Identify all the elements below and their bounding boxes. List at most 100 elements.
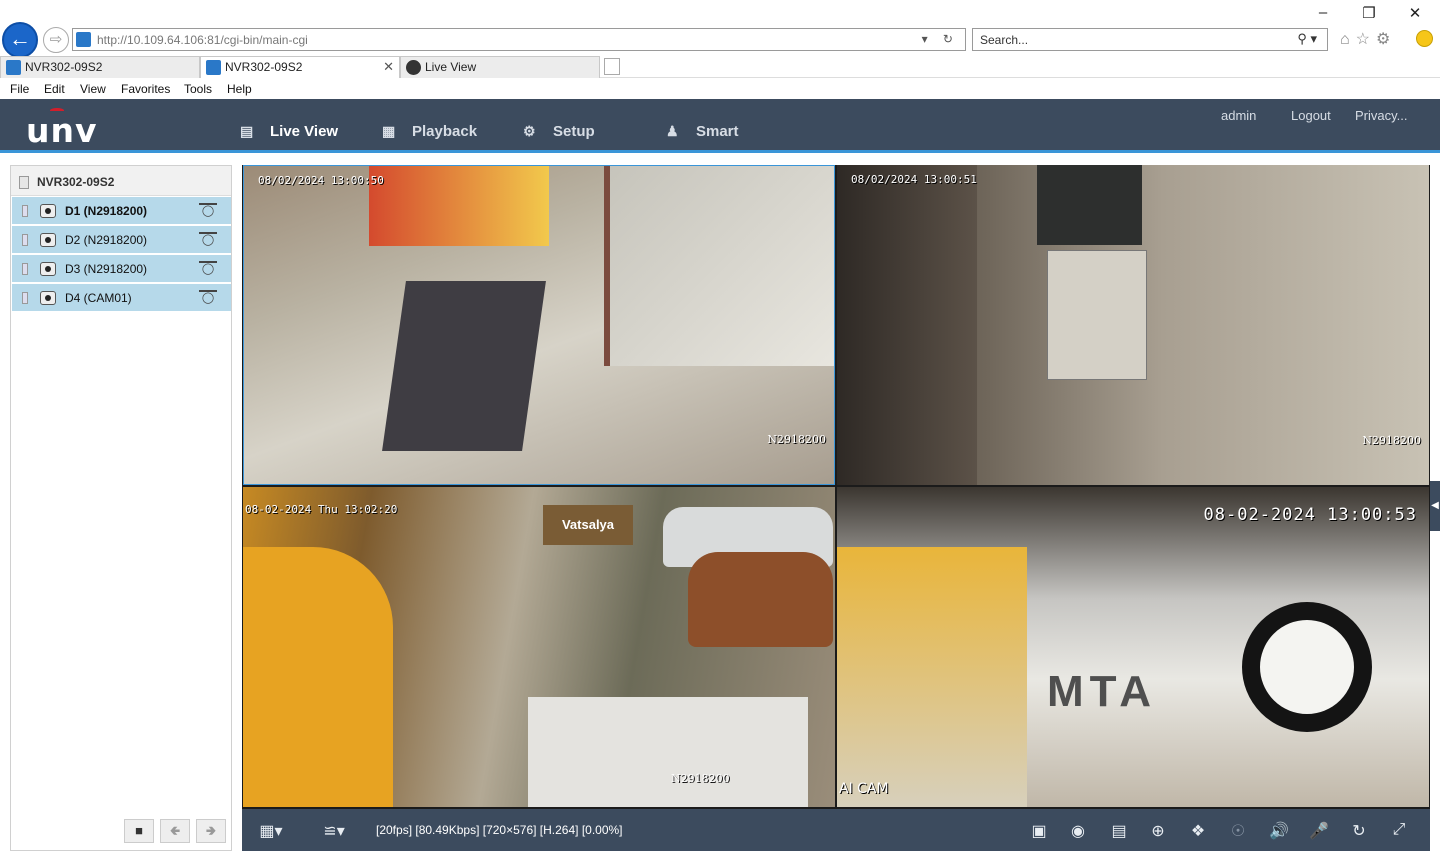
record-icon[interactable]: ◯ <box>199 203 217 219</box>
restore-icon[interactable]: ❐ <box>1356 4 1382 22</box>
channel-sidebar: NVR302-09S2 D1 (N2918200) ◯ D2 (N2918200… <box>10 165 232 851</box>
pane-camera-id: N2918200 <box>767 433 826 446</box>
browser-toolbar: ← ⇨ http://10.109.64.106:81/cgi-bin/main… <box>0 0 1440 58</box>
record-icon[interactable]: ◯ <box>199 261 217 277</box>
microphone-icon[interactable]: 🎤 <box>1308 821 1330 841</box>
pane-camera-id: AI CAM <box>839 781 889 797</box>
tab-favicon-icon <box>406 60 421 75</box>
search-icon[interactable]: ⚲ ▾ <box>1297 31 1317 47</box>
video-pane-3[interactable]: Vatsalya 08-02-2024 Thu 13:02:20 N291820… <box>243 487 835 807</box>
layout-grid-icon[interactable]: ▦▾ <box>256 821 286 841</box>
user-admin[interactable]: admin <box>1221 108 1256 123</box>
settings-gear-icon[interactable]: ⚙ <box>1376 31 1396 48</box>
nav-setup[interactable]: ⚙ Setup <box>523 99 623 153</box>
url-host: http://10.109.64.106 <box>97 33 204 47</box>
close-icon[interactable]: ✕ <box>1402 4 1428 22</box>
menu-help[interactable]: Help <box>227 82 252 96</box>
ptz-icon[interactable]: ❖ <box>1187 821 1209 841</box>
film-icon: ▦ <box>382 123 396 139</box>
logout-link[interactable]: Logout <box>1291 108 1331 123</box>
pavement <box>528 697 808 807</box>
next-page-button[interactable]: 🢂 <box>196 819 226 843</box>
channel-handle-icon <box>22 205 28 217</box>
feedback-smiley-icon[interactable] <box>1416 30 1433 47</box>
record-icon[interactable]: ◯ <box>199 290 217 306</box>
pane-camera-id: N2918200 <box>671 772 730 785</box>
channel-row[interactable]: D1 (N2918200) ◯ <box>12 197 231 225</box>
search-input[interactable]: Search... <box>980 33 1028 47</box>
channel-handle-icon <box>22 234 28 246</box>
wall-left <box>837 165 977 485</box>
volume-icon[interactable]: 🔊 <box>1268 821 1290 841</box>
3d-positioning-icon[interactable]: ↻ <box>1348 821 1370 841</box>
prev-page-button[interactable]: 🢀 <box>160 819 190 843</box>
menu-bar: File Edit View Favorites Tools Help <box>0 79 1440 99</box>
star-icon[interactable]: ☆ <box>1356 31 1376 48</box>
nav-playback[interactable]: ▦ Playback <box>382 99 502 153</box>
fisheye-icon[interactable]: ☉ <box>1227 821 1249 841</box>
device-row[interactable]: NVR302-09S2 <box>11 166 231 196</box>
channel-row[interactable]: D4 (CAM01) ◯ <box>12 284 231 312</box>
back-button[interactable]: ← <box>2 22 38 58</box>
tab-label: Live View <box>425 60 477 74</box>
url-path: :81/cgi-bin/main-cgi <box>203 33 308 47</box>
video-pane-1[interactable]: 08/02/2024 13:00:50 N2918200 <box>243 165 835 485</box>
tab-close-icon[interactable]: ✕ <box>383 57 394 77</box>
pane-timestamp: 08/02/2024 13:00:51 <box>851 173 977 186</box>
snapshot-icon[interactable]: ◉ <box>1067 821 1089 841</box>
camera-icon <box>40 262 56 276</box>
channel-row[interactable]: D2 (N2918200) ◯ <box>12 226 231 254</box>
privacy-link[interactable]: Privacy... <box>1355 108 1408 123</box>
menu-view[interactable]: View <box>80 82 106 96</box>
mta-sign: MTA <box>1047 667 1158 716</box>
tab-nvr-1[interactable]: NVR302-09S2 <box>0 56 200 78</box>
camera-icon <box>40 291 56 305</box>
nav-smart[interactable]: ♟ Smart <box>666 99 766 153</box>
home-icon[interactable]: ⌂ <box>1340 31 1356 48</box>
pane-camera-id: N2918200 <box>1362 434 1421 447</box>
tab-label: NVR302-09S2 <box>25 60 103 74</box>
digital-zoom-icon[interactable]: ⊕ <box>1147 821 1169 841</box>
wall-panel <box>1047 250 1147 380</box>
channel-handle-icon <box>22 263 28 275</box>
tab-live-view[interactable]: Live View <box>400 56 600 78</box>
tab-nvr-2[interactable]: NVR302-09S2 ✕ <box>200 56 400 78</box>
menu-file[interactable]: File <box>10 82 29 96</box>
shop-sign: Vatsalya <box>543 505 633 545</box>
orange-car <box>688 552 833 647</box>
window-controls: – ❐ ✕ <box>1300 4 1440 24</box>
channel-label: D3 (N2918200) <box>65 262 148 276</box>
stream-select-icon[interactable]: ≌▾ <box>314 821 354 841</box>
nav-live-view[interactable]: ▤ Live View <box>220 99 360 153</box>
fullscreen-icon[interactable]: ⤢ <box>1388 821 1410 839</box>
monitor-icon: ▤ <box>240 123 254 139</box>
electrical-box <box>1037 165 1142 245</box>
nav-label: Setup <box>553 123 595 140</box>
stop-all-button[interactable]: ■ <box>124 819 154 843</box>
tab-strip: NVR302-09S2 NVR302-09S2 ✕ Live View <box>0 56 1440 78</box>
device-name: NVR302-09S2 <box>37 175 115 189</box>
site-favicon-icon <box>76 32 91 47</box>
menu-favorites[interactable]: Favorites <box>121 82 170 96</box>
nav-label: Smart <box>696 123 739 140</box>
video-pane-2[interactable]: 08/02/2024 13:00:51 N2918200 <box>837 165 1429 485</box>
new-tab-icon[interactable] <box>604 58 620 75</box>
pane-timestamp: 08-02-2024 13:00:53 <box>1203 505 1417 525</box>
bank-logo <box>1242 602 1372 732</box>
refresh-icon[interactable]: ▾ ↻ <box>922 32 959 46</box>
instant-playback-icon[interactable]: ▣ <box>1028 821 1050 841</box>
video-pane-4[interactable]: MTA 08-02-2024 13:00:53 AI CAM <box>837 487 1429 807</box>
menu-edit[interactable]: Edit <box>44 82 65 96</box>
minimize-icon[interactable]: – <box>1310 4 1336 21</box>
forward-button[interactable]: ⇨ <box>43 27 69 53</box>
collapse-panel-icon[interactable]: ◀ <box>1430 481 1440 531</box>
record-clip-icon[interactable]: ▤ <box>1108 821 1130 841</box>
channel-row[interactable]: D3 (N2918200) ◯ <box>12 255 231 283</box>
poster-wall <box>837 547 1027 807</box>
menu-tools[interactable]: Tools <box>184 82 212 96</box>
address-bar[interactable]: http://10.109.64.106:81/cgi-bin/main-cgi… <box>72 28 966 51</box>
record-icon[interactable]: ◯ <box>199 232 217 248</box>
camera-icon <box>40 233 56 247</box>
search-box[interactable]: Search... ⚲ ▾ <box>972 28 1328 51</box>
address-text[interactable]: http://10.109.64.106:81/cgi-bin/main-cgi <box>97 33 308 47</box>
